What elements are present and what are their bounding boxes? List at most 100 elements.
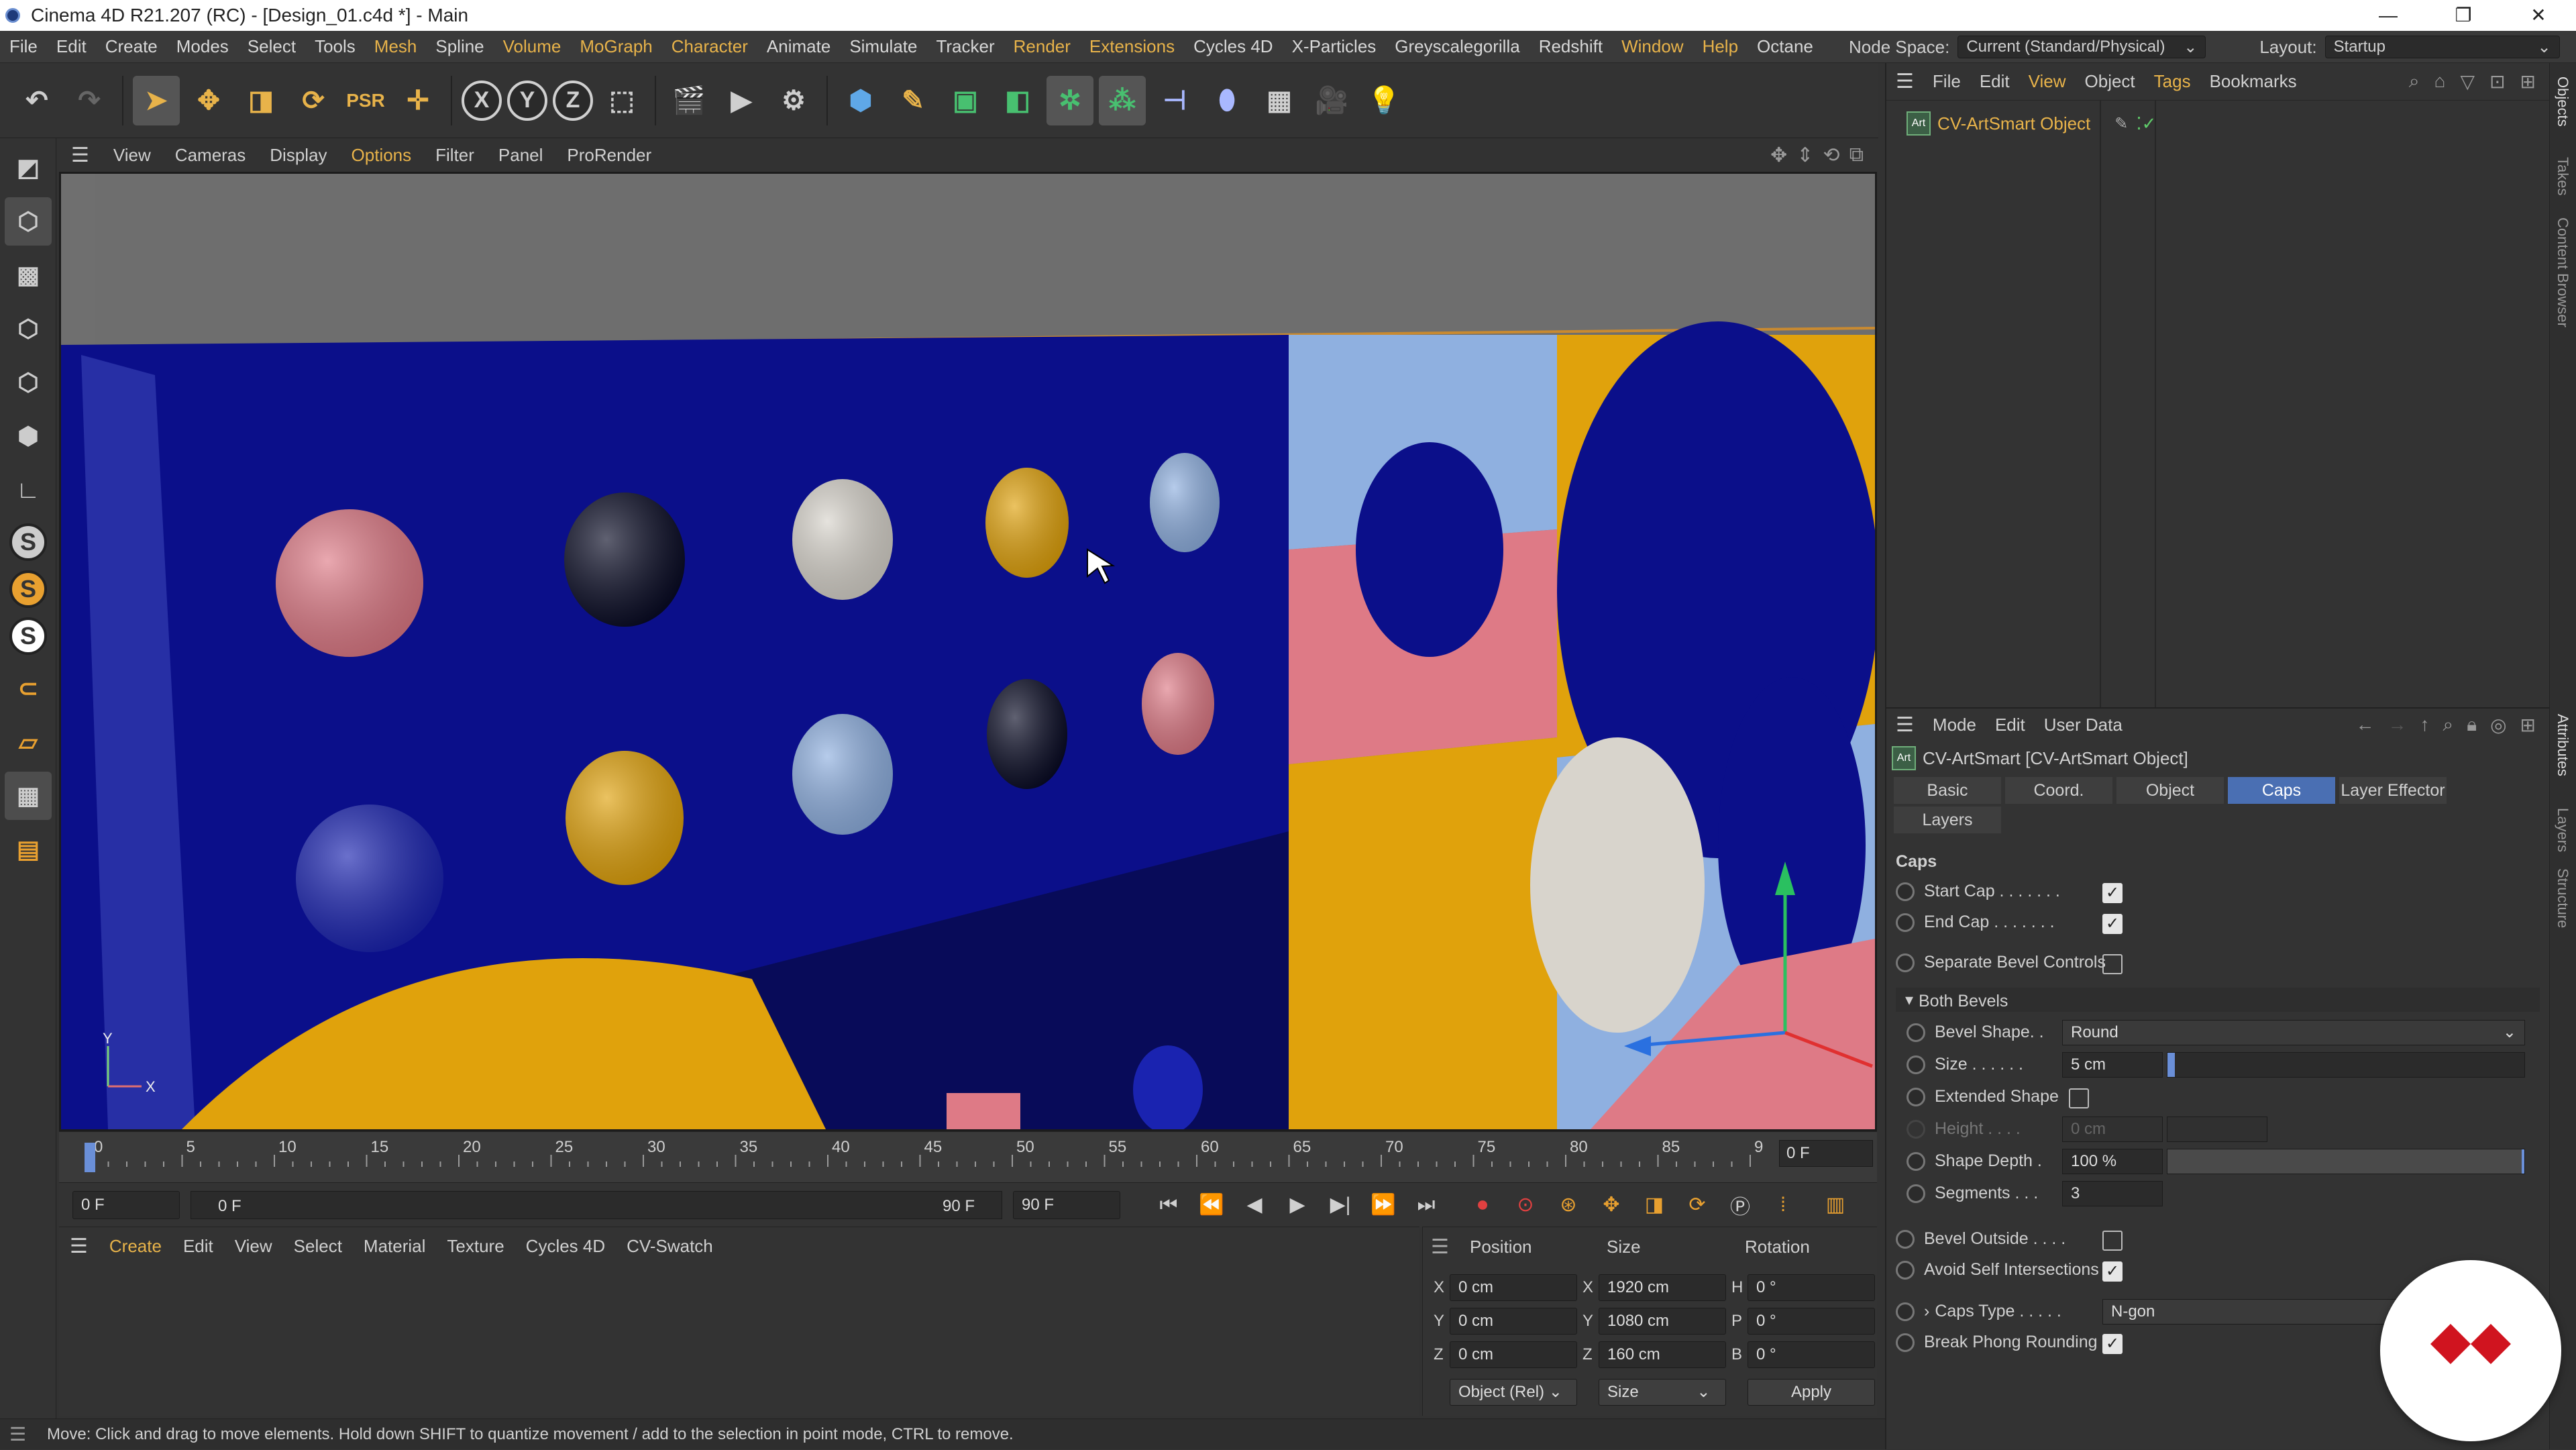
key-pla-icon[interactable]: ⁞ <box>1766 1188 1801 1223</box>
maximize-view-icon[interactable]: ⧉ <box>1849 144 1864 166</box>
close-button[interactable]: ✕ <box>2501 0 2576 31</box>
make-editable-icon[interactable]: ◩ <box>5 144 52 192</box>
forward-arrow-icon[interactable]: → <box>2388 714 2407 736</box>
snap-s-icon[interactable]: S <box>9 523 47 561</box>
grid-icon[interactable]: ▦ <box>5 772 52 820</box>
key-parameter-icon[interactable]: Ⓟ <box>1723 1188 1758 1223</box>
timeline-window-icon[interactable]: ▥ <box>1818 1188 1853 1223</box>
rotation-p-field[interactable]: 0 ° <box>1748 1308 1875 1335</box>
current-frame-field[interactable]: 0 F <box>1779 1140 1873 1167</box>
both-bevels-group-header[interactable]: ▾ Both Bevels <box>1896 988 2540 1012</box>
menu-edit[interactable]: Edit <box>47 36 96 57</box>
go-to-start-icon[interactable]: ⏮ <box>1151 1188 1186 1223</box>
snap-s-orange-icon[interactable]: S <box>9 570 47 608</box>
z-axis-lock-icon[interactable]: Z <box>553 80 593 121</box>
texture-mode-icon[interactable]: ▩ <box>5 251 52 299</box>
tab-layer-effector[interactable]: Layer Effector <box>2339 777 2447 804</box>
timeline-ruler[interactable]: 0 5 10 15 20 25 30 35 40 45 50 55 60 65 70 75 80 85 90 <box>59 1132 1763 1183</box>
mograph-cloner-icon[interactable]: ✲ <box>1046 75 1093 125</box>
tab-basic[interactable]: Basic <box>1894 777 2001 804</box>
shape-depth-field[interactable]: 100 % <box>2062 1149 2163 1174</box>
menu-window[interactable]: Window <box>1612 36 1693 57</box>
viewport-menu-display[interactable]: Display <box>258 145 339 166</box>
viewport-menu-prorender[interactable]: ProRender <box>555 145 663 166</box>
keyframe-radio-icon[interactable] <box>1896 1260 1915 1280</box>
menu-simulate[interactable]: Simulate <box>840 36 926 57</box>
keyframe-radio-icon[interactable] <box>1896 1333 1915 1352</box>
object-name[interactable]: CV-ArtSmart Object <box>1937 113 2090 134</box>
light-icon[interactable]: 💡 <box>1360 76 1407 125</box>
start-frame-field[interactable]: 0 F <box>72 1190 180 1219</box>
step-back-icon[interactable]: ◀ <box>1237 1188 1272 1223</box>
tab-caps[interactable]: Caps <box>2228 777 2335 804</box>
size-z-field[interactable]: 160 cm <box>1599 1341 1726 1368</box>
target-icon[interactable]: ◎ <box>2490 714 2506 736</box>
menu-mograph[interactable]: MoGraph <box>570 36 661 57</box>
expand-chevron-icon[interactable]: › <box>1924 1302 1929 1321</box>
object-menu-bookmarks[interactable]: Bookmarks <box>2200 71 2306 92</box>
menu-animate[interactable]: Animate <box>757 36 840 57</box>
minimize-button[interactable]: — <box>2351 0 2426 31</box>
points-mode-icon[interactable]: ⬡ <box>5 305 52 353</box>
bevel-outside-checkbox[interactable] <box>2102 1231 2123 1251</box>
subdivision-icon[interactable]: ▣ <box>942 76 989 125</box>
maximize-button[interactable]: ❐ <box>2426 0 2501 31</box>
menu-mesh[interactable]: Mesh <box>365 36 427 57</box>
lock-icon[interactable]: 🔒︎ <box>2467 714 2477 736</box>
keyframe-radio-icon[interactable] <box>1907 1087 1925 1106</box>
cube-icon[interactable]: ⬢ <box>837 76 884 125</box>
menu-create[interactable]: Create <box>96 36 167 57</box>
psr-icon[interactable]: PSR <box>342 76 389 125</box>
go-to-keyframe-prev-icon[interactable]: ⏪ <box>1194 1188 1229 1223</box>
search-icon[interactable]: ⌕ <box>2443 714 2454 736</box>
timeline[interactable]: 0 5 10 15 20 25 30 35 40 45 50 55 60 65 70 75 80 85 90 0 F <box>59 1131 1877 1183</box>
break-phong-checkbox[interactable]: ✓ <box>2102 1334 2123 1354</box>
polygons-mode-icon[interactable]: ⬢ <box>5 412 52 460</box>
side-tab-takes[interactable]: Takes <box>2554 157 2571 195</box>
undo-icon[interactable]: ↶ <box>13 76 60 125</box>
object-menu-view[interactable]: View <box>2019 71 2076 92</box>
keyframe-radio-icon[interactable] <box>1896 1229 1915 1249</box>
menu-render[interactable]: Render <box>1004 36 1080 57</box>
model-mode-icon[interactable]: ⬡ <box>5 197 52 246</box>
render-settings-icon[interactable]: ⚙ <box>770 76 817 125</box>
menu-modes[interactable]: Modes <box>167 36 238 57</box>
locked-workplane-icon[interactable]: ▤ <box>5 825 52 874</box>
side-tab-structure[interactable]: Structure <box>2554 868 2571 928</box>
select-arrow-icon[interactable]: ➤ <box>133 75 180 125</box>
size-mode-dropdown[interactable]: Size ⌄ <box>1599 1379 1726 1406</box>
new-panel-icon[interactable]: ⊞ <box>2520 714 2536 736</box>
up-arrow-icon[interactable]: ↑ <box>2420 714 2430 736</box>
coordinate-system-icon[interactable]: ⬚ <box>598 76 645 125</box>
layout-dropdown[interactable]: Startup ⌄ <box>2324 36 2560 58</box>
x-axis-lock-icon[interactable]: X <box>462 80 502 121</box>
pen-icon[interactable]: ✎ <box>890 76 936 125</box>
attr-menu-mode[interactable]: Mode <box>1923 715 1986 735</box>
hamburger-icon[interactable]: ☰ <box>9 1419 26 1450</box>
3d-viewport[interactable]: Y X <box>59 172 1877 1131</box>
side-tab-layers[interactable]: Layers <box>2554 808 2571 852</box>
tab-layers[interactable]: Layers <box>1894 807 2001 833</box>
material-menu-cycles4d[interactable]: Cycles 4D <box>515 1236 616 1257</box>
material-menu-create[interactable]: Create <box>99 1236 172 1257</box>
material-menu-cvswatch[interactable]: CV-Swatch <box>616 1236 724 1257</box>
render-region-icon[interactable]: 🎬 <box>665 76 712 125</box>
hamburger-icon[interactable]: ☰ <box>1431 1235 1449 1259</box>
key-rotation-icon[interactable]: ⟳ <box>1680 1188 1715 1223</box>
key-scale-icon[interactable]: ◨ <box>1637 1188 1672 1223</box>
menu-xparticles[interactable]: X-Particles <box>1283 36 1386 57</box>
autokey-icon[interactable]: ⊙ <box>1508 1188 1543 1223</box>
size-y-field[interactable]: 1080 cm <box>1599 1308 1726 1335</box>
shape-depth-slider[interactable] <box>2167 1149 2525 1174</box>
go-to-end-icon[interactable]: ⏭ <box>1409 1188 1444 1223</box>
hamburger-icon[interactable]: ☰ <box>1886 713 1923 737</box>
menu-character[interactable]: Character <box>662 36 757 57</box>
keyframe-radio-icon[interactable] <box>1896 953 1915 972</box>
go-to-keyframe-next-icon[interactable]: ⏩ <box>1366 1188 1401 1223</box>
record-keys-icon[interactable]: ⏺ <box>1465 1188 1500 1223</box>
axis-mode-icon[interactable]: ∟ <box>5 466 52 514</box>
attr-menu-edit[interactable]: Edit <box>1986 715 2035 735</box>
menu-cycles4d[interactable]: Cycles 4D <box>1184 36 1282 57</box>
menu-spline[interactable]: Spline <box>426 36 493 57</box>
step-forward-icon[interactable]: ▶| <box>1323 1188 1358 1223</box>
